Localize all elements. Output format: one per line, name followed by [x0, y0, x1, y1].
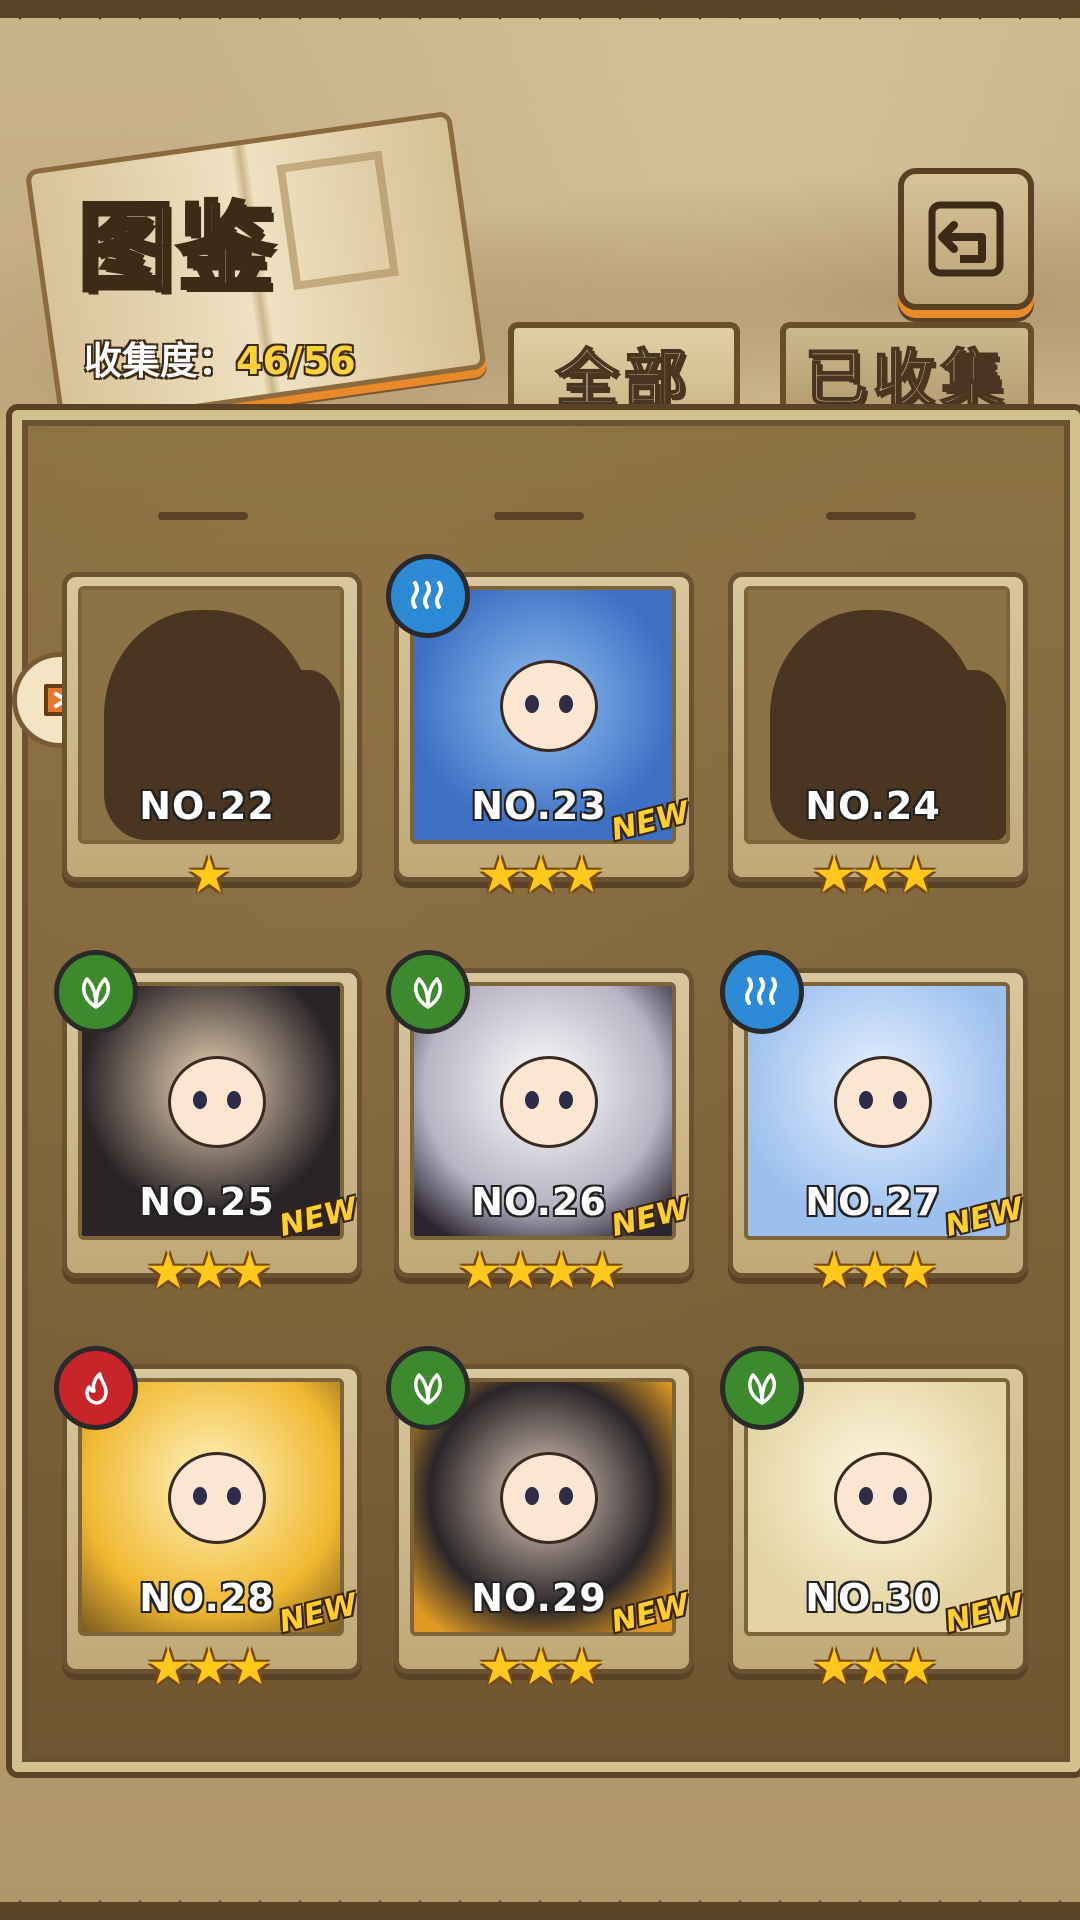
character-card-29[interactable]: NO.29 NEW ★★★ [386, 1346, 694, 1692]
flame-element-icon [54, 1346, 138, 1430]
character-card-30[interactable]: NO.30 NEW ★★★ [720, 1346, 1028, 1692]
card-stars: ★ [186, 846, 232, 904]
tab-collected[interactable]: 已收集 [780, 322, 1034, 418]
card-stars: ★★★ [145, 1638, 272, 1696]
return-arrow-icon [928, 201, 1004, 277]
card-stars: ★★★★ [457, 1242, 624, 1300]
collection-value: 46/56 [236, 339, 356, 383]
water-element-icon [386, 554, 470, 638]
card-stars: ★★★ [811, 1638, 938, 1696]
divider-ornament [158, 512, 248, 520]
character-face [500, 660, 598, 752]
book-panel [276, 150, 399, 291]
character-face [834, 1056, 932, 1148]
character-card-22[interactable]: NO.22 ★ [62, 572, 362, 900]
card-stars: ★★★ [477, 846, 604, 904]
card-stars: ★★★ [811, 1242, 938, 1300]
top-border [0, 0, 1080, 40]
character-card-25[interactable]: NO.25 NEW ★★★ [54, 950, 362, 1296]
encyclopedia-screen: 图鉴 收集度：46/56 全部 已收集 NO.22 ★ NO.23 NEW ★★… [0, 0, 1080, 1920]
collection-label: 收集度： [84, 339, 237, 383]
water-element-icon [720, 950, 804, 1034]
card-stars: ★★★ [811, 846, 938, 904]
character-card-24[interactable]: NO.24 ★★★ [728, 572, 1028, 900]
collection-progress: 收集度：46/56 [84, 330, 356, 385]
character-face [168, 1452, 266, 1544]
character-card-26[interactable]: NO.26 NEW ★★★★ [386, 950, 694, 1296]
character-face [834, 1452, 932, 1544]
page-title: 图鉴 [76, 189, 278, 306]
leaf-element-icon [720, 1346, 804, 1430]
bottom-border [0, 1880, 1080, 1920]
divider-ornament [494, 512, 584, 520]
character-card-28[interactable]: NO.28 NEW ★★★ [54, 1346, 362, 1692]
card-number: NO.24 [805, 784, 941, 828]
character-card-23[interactable]: NO.23 NEW ★★★ [386, 554, 694, 900]
leaf-element-icon [386, 1346, 470, 1430]
back-button[interactable] [898, 168, 1034, 310]
card-stars: ★★★ [477, 1638, 604, 1696]
divider-ornament [826, 512, 916, 520]
card-number: NO.22 [139, 784, 275, 828]
character-face [500, 1452, 598, 1544]
tab-all[interactable]: 全部 [508, 322, 740, 418]
character-face [168, 1056, 266, 1148]
leaf-element-icon [386, 950, 470, 1034]
card-stars: ★★★ [145, 1242, 272, 1300]
character-face [500, 1056, 598, 1148]
leaf-element-icon [54, 950, 138, 1034]
character-card-27[interactable]: NO.27 NEW ★★★ [720, 950, 1028, 1296]
